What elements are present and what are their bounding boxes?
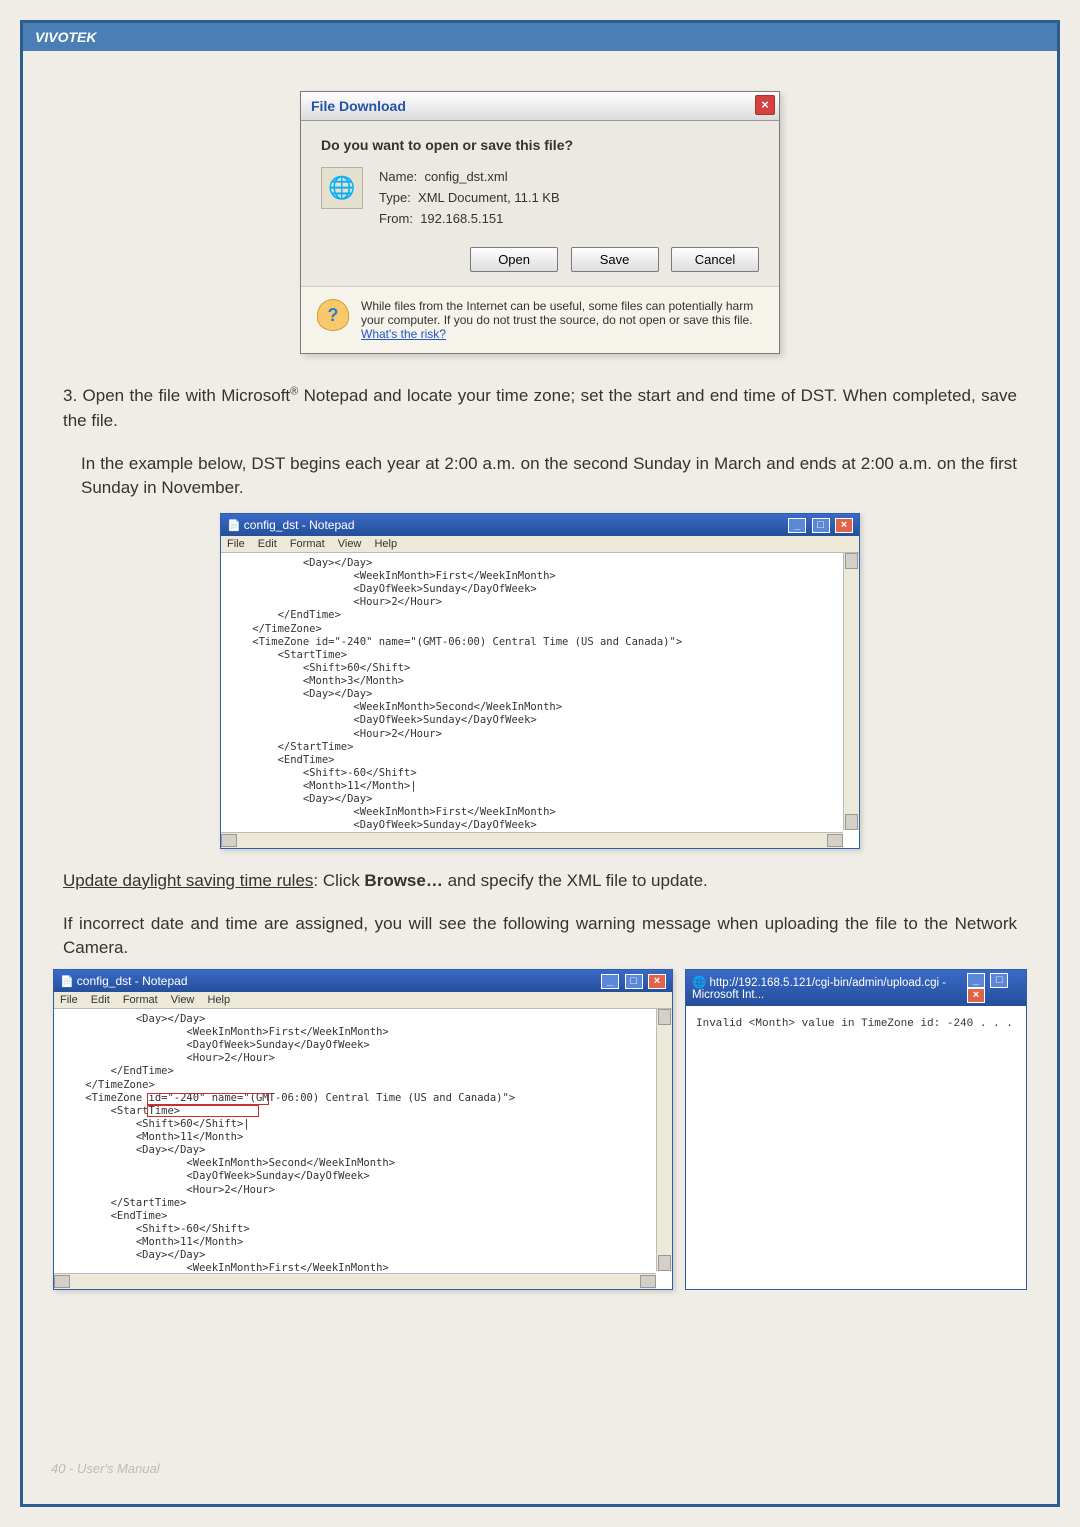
- notepad-title-2: config_dst - Notepad: [60, 974, 188, 988]
- page-footer: 40 - User's Manual: [51, 1461, 160, 1476]
- minimize-icon[interactable]: _: [967, 973, 985, 988]
- dialog-title-bar: File Download ×: [301, 92, 779, 121]
- scrollbar-vertical[interactable]: [843, 553, 859, 830]
- notepad-window-2: config_dst - Notepad _ □ × File Edit For…: [53, 969, 673, 1290]
- close-icon[interactable]: ×: [648, 974, 666, 989]
- file-icon: 🌐: [321, 167, 363, 209]
- menu-view[interactable]: View: [171, 994, 195, 1006]
- ie-title: 🌐 http://192.168.5.121/cgi-bin/admin/upl…: [692, 975, 965, 1001]
- brand-bar: VIVOTEK: [23, 23, 1057, 51]
- window-controls-2: _ □ ×: [599, 973, 666, 989]
- scrollbar-horizontal[interactable]: [221, 832, 843, 848]
- minimize-icon[interactable]: _: [788, 518, 806, 533]
- menu-view[interactable]: View: [338, 538, 362, 550]
- close-icon[interactable]: ×: [755, 95, 775, 115]
- notepad-menu: File Edit Format View Help: [221, 536, 859, 553]
- shield-icon: ?: [317, 299, 349, 331]
- minimize-icon[interactable]: _: [601, 974, 619, 989]
- menu-format[interactable]: Format: [123, 994, 158, 1006]
- step-3-example: In the example below, DST begins each ye…: [53, 452, 1027, 501]
- warning-text: If incorrect date and time are assigned,…: [53, 912, 1027, 961]
- notepad-content-1[interactable]: <Day></Day> <WeekInMonth>First</WeekInMo…: [227, 557, 837, 848]
- menu-help[interactable]: Help: [207, 994, 230, 1006]
- scrollbar-vertical[interactable]: [656, 1009, 672, 1271]
- close-icon[interactable]: ×: [967, 988, 985, 1003]
- cancel-button[interactable]: Cancel: [671, 247, 759, 272]
- notepad-title: config_dst - Notepad: [227, 518, 355, 532]
- menu-file[interactable]: File: [227, 538, 245, 550]
- dialog-warning: While files from the Internet can be use…: [361, 299, 763, 341]
- open-button[interactable]: Open: [470, 247, 558, 272]
- dialog-prompt: Do you want to open or save this file?: [321, 137, 759, 153]
- scrollbar-horizontal[interactable]: [54, 1273, 656, 1289]
- file-download-dialog: File Download × Do you want to open or s…: [300, 91, 780, 354]
- menu-edit[interactable]: Edit: [258, 538, 277, 550]
- menu-format[interactable]: Format: [290, 538, 325, 550]
- notepad-content-2[interactable]: <Day></Day> <WeekInMonth>First</WeekInMo…: [60, 1013, 650, 1289]
- maximize-icon[interactable]: □: [990, 973, 1008, 988]
- window-controls: _ □ ×: [786, 517, 853, 533]
- menu-edit[interactable]: Edit: [91, 994, 110, 1006]
- notepad-window-1: config_dst - Notepad _ □ × File Edit For…: [220, 513, 860, 849]
- maximize-icon[interactable]: □: [812, 518, 830, 533]
- step-3-text: 3. Open the file with Microsoft® Notepad…: [53, 384, 1027, 433]
- highlight-box: [147, 1093, 269, 1105]
- risk-link[interactable]: What's the risk?: [361, 327, 446, 341]
- brand-text: VIVOTEK: [35, 29, 96, 45]
- save-button[interactable]: Save: [571, 247, 659, 272]
- update-dst-rules: Update daylight saving time rules: Click…: [53, 869, 1027, 894]
- menu-file[interactable]: File: [60, 994, 78, 1006]
- dialog-title: File Download: [311, 98, 406, 114]
- highlight-box: [147, 1105, 259, 1117]
- window-controls-ie: _ □ ×: [965, 973, 1020, 1003]
- notepad-menu-2: File Edit Format View Help: [54, 992, 672, 1009]
- maximize-icon[interactable]: □: [625, 974, 643, 989]
- menu-help[interactable]: Help: [374, 538, 397, 550]
- ie-error-window: 🌐 http://192.168.5.121/cgi-bin/admin/upl…: [685, 969, 1027, 1290]
- file-meta: Name: config_dst.xml Type: XML Document,…: [379, 167, 560, 229]
- close-icon[interactable]: ×: [835, 518, 853, 533]
- ie-body: Invalid <Month> value in TimeZone id: -2…: [686, 1006, 1026, 1286]
